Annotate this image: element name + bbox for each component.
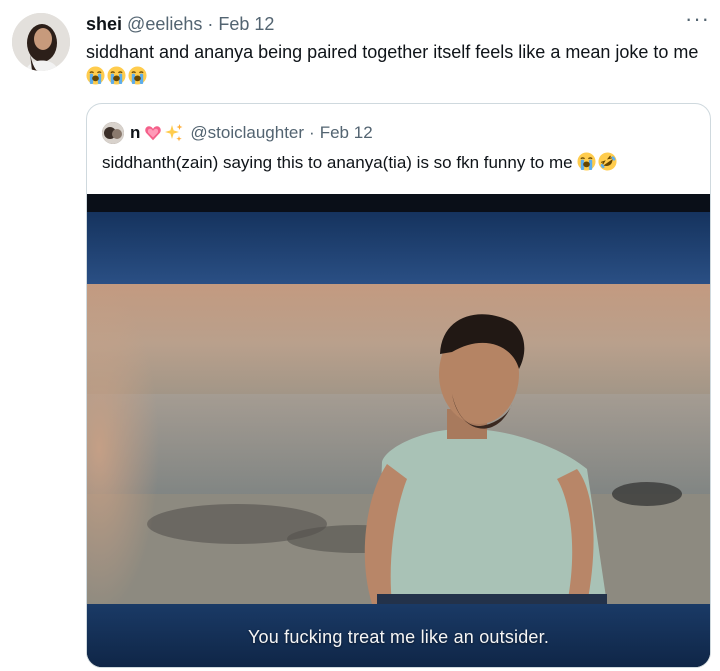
- author-handle[interactable]: @eeliehs: [127, 14, 202, 34]
- author-display-name[interactable]: shei: [86, 14, 122, 34]
- tweet[interactable]: shei @eeliehs · Feb 12 ··· siddhant and …: [0, 0, 720, 671]
- author-avatar[interactable]: [12, 13, 70, 71]
- tweet-date[interactable]: Feb 12: [218, 14, 274, 34]
- sparkles-icon: [165, 124, 183, 142]
- tweet-text: siddhant and ananya being paired togethe…: [86, 40, 706, 88]
- more-options-icon[interactable]: ···: [685, 8, 710, 30]
- tweet-header: shei @eeliehs · Feb 12: [86, 13, 274, 35]
- quoted-tweet-media[interactable]: You fucking treat me like an outsider.: [87, 194, 710, 667]
- quoted-author-avatar: [102, 122, 124, 144]
- rolling-on-floor-laughing-icon: [598, 152, 617, 171]
- quoted-tweet-text: siddhanth(zain) saying this to ananya(ti…: [102, 152, 619, 174]
- header-separator: ·: [207, 14, 214, 34]
- quoted-author-handle: @stoiclaughter: [190, 123, 305, 142]
- sparkling-heart-icon: [145, 126, 162, 141]
- tv-screen-photo: [87, 194, 710, 667]
- quoted-author-avatar-image: [102, 122, 124, 144]
- quoted-header-separator: ·: [309, 123, 315, 142]
- quoted-tweet-date: Feb 12: [319, 123, 373, 142]
- loudly-crying-face-icon: [128, 66, 147, 85]
- quoted-tweet-header: n @stoiclaughter · Feb 12: [102, 122, 373, 144]
- loudly-crying-face-icon: [107, 66, 126, 85]
- quoted-author-display-name: n: [130, 123, 141, 142]
- quoted-tweet[interactable]: n @stoiclaughter · Feb 12 siddhanth(zain…: [86, 103, 711, 668]
- loudly-crying-face-icon: [86, 66, 105, 85]
- loudly-crying-face-icon: [577, 152, 596, 171]
- tweet-text-content: siddhant and ananya being paired togethe…: [86, 42, 699, 62]
- quoted-tweet-text-content: siddhanth(zain) saying this to ananya(ti…: [102, 153, 573, 172]
- author-avatar-image: [12, 13, 70, 71]
- video-subtitle: You fucking treat me like an outsider.: [247, 627, 550, 647]
- crying-emoji-group: [86, 66, 149, 86]
